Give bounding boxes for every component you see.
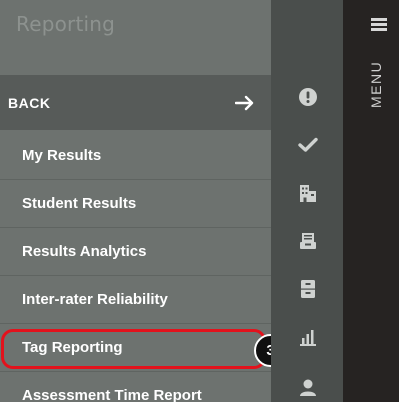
menu-item-inter-rater-reliability[interactable]: Inter-rater Reliability: [0, 276, 271, 324]
menu-item-my-results[interactable]: My Results: [0, 132, 271, 180]
alert-icon[interactable]: [297, 86, 319, 108]
menu-strip: MENU: [343, 0, 399, 402]
menu-item-label: My Results: [22, 147, 102, 164]
hamburger-icon[interactable]: [371, 18, 387, 32]
menu-toggle-label[interactable]: MENU: [368, 61, 384, 108]
reporting-panel: Reporting BACK My Results Student Result…: [0, 0, 271, 402]
menu-item-label: Results Analytics: [22, 243, 147, 260]
tray-icon[interactable]: [297, 230, 319, 252]
cabinet-icon[interactable]: [297, 278, 319, 300]
menu-item-assessment-time-report[interactable]: Assessment Time Report: [0, 372, 271, 402]
menu-item-label: Assessment Time Report: [22, 387, 202, 402]
icon-rail: [271, 0, 343, 402]
building-icon[interactable]: [297, 182, 319, 204]
back-button[interactable]: BACK: [0, 75, 271, 130]
menu-item-label: Student Results: [22, 195, 137, 212]
menu-item-tag-reporting[interactable]: Tag Reporting: [0, 324, 271, 372]
menu-item-student-results[interactable]: Student Results: [0, 180, 271, 228]
menu-item-results-analytics[interactable]: Results Analytics: [0, 228, 271, 276]
menu-item-label: Inter-rater Reliability: [22, 291, 168, 308]
bar-chart-icon[interactable]: [297, 326, 319, 348]
panel-title: Reporting: [16, 12, 116, 36]
back-label: BACK: [8, 94, 51, 111]
reporting-menu-list: My Results Student Results Results Analy…: [0, 132, 271, 402]
menu-item-label: Tag Reporting: [22, 339, 123, 356]
checkmark-icon[interactable]: [297, 134, 319, 156]
user-icon[interactable]: [297, 376, 319, 398]
arrow-right-icon: [235, 95, 255, 111]
